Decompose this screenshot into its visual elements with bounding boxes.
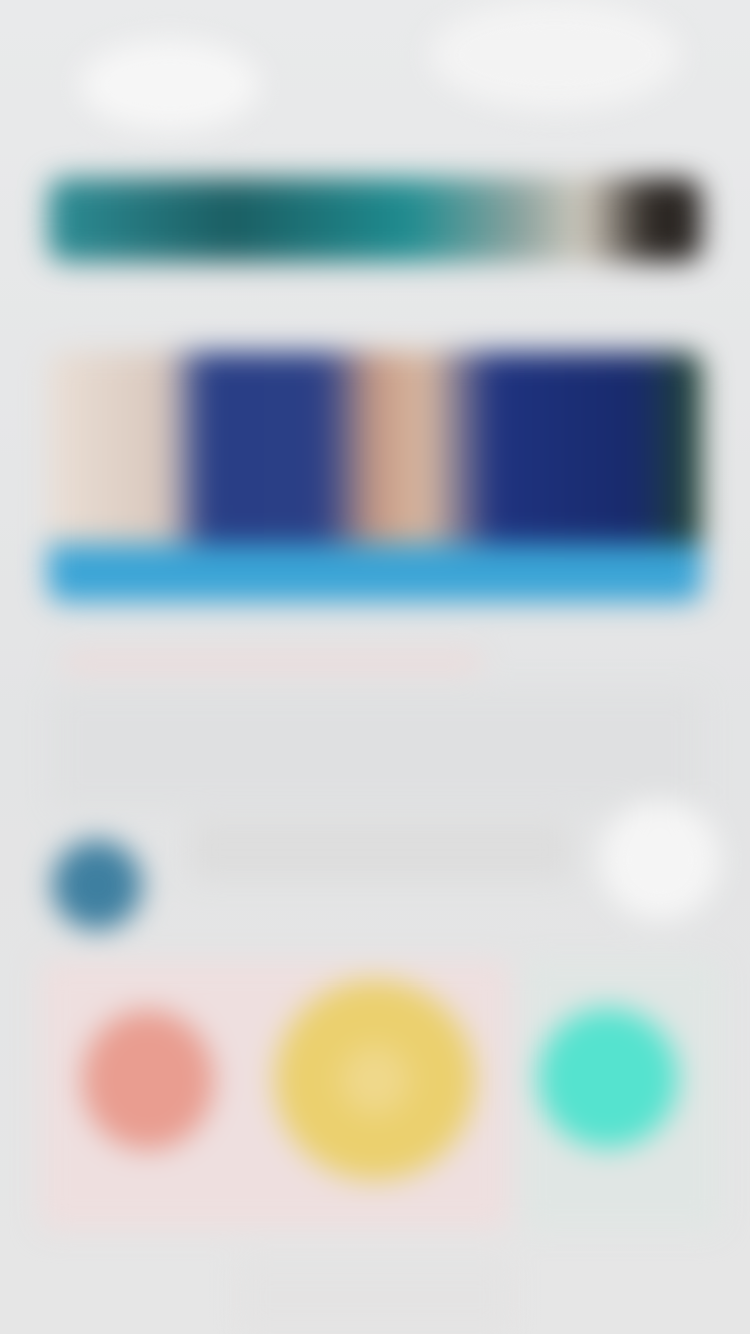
profile-text-block bbox=[190, 820, 570, 880]
top-banner-button[interactable] bbox=[48, 178, 702, 262]
content-panel bbox=[52, 690, 702, 810]
action-left-button[interactable] bbox=[82, 1010, 214, 1150]
action-center-button[interactable] bbox=[275, 980, 475, 1180]
side-glow bbox=[600, 800, 720, 920]
top-right-glow bbox=[430, 0, 680, 110]
hero-card-button[interactable] bbox=[48, 352, 702, 602]
action-right-button[interactable] bbox=[538, 1008, 678, 1148]
app-screen bbox=[0, 0, 750, 1334]
top-left-glow bbox=[80, 40, 260, 130]
bottom-home-bar bbox=[240, 1260, 510, 1334]
avatar-button[interactable] bbox=[52, 840, 142, 930]
section-divider bbox=[62, 655, 482, 669]
